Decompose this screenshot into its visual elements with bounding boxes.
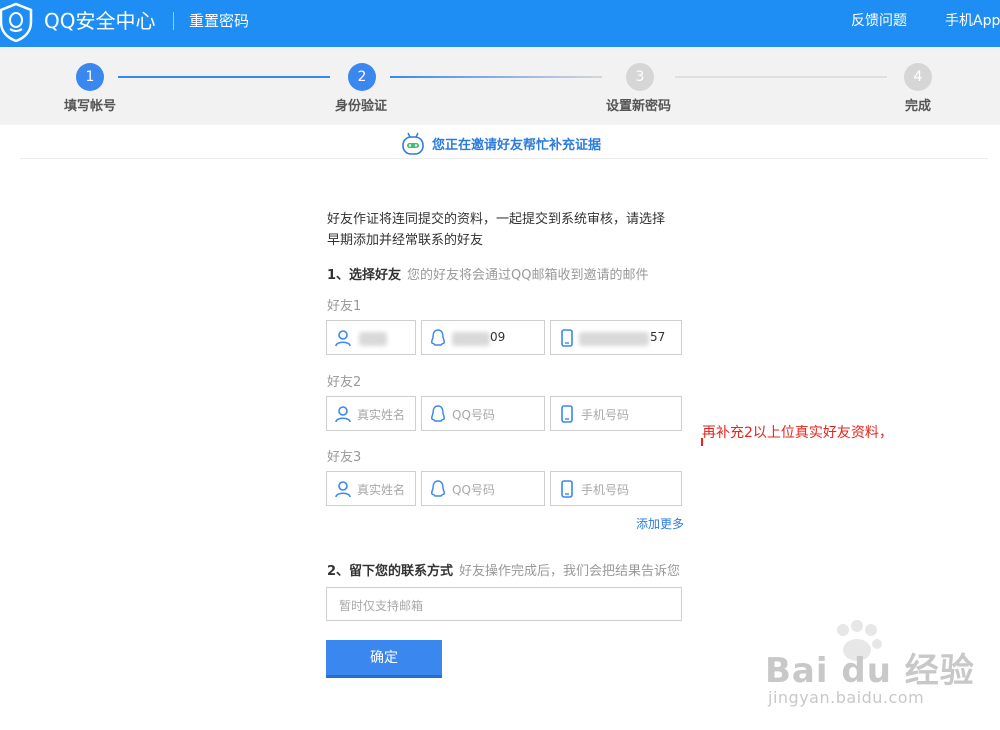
add-more-link[interactable]: 添加更多 <box>636 515 684 532</box>
section-2-hint: 好友操作完成后，我们会把结果告诉您 <box>459 564 681 579</box>
step-connector <box>118 76 330 78</box>
step-4-circle: 4 <box>904 63 932 91</box>
user-icon <box>335 330 351 347</box>
baidu-jingyan-watermark: Bai du 经验 <box>765 651 975 691</box>
section-1-hint: 您的好友将会通过QQ邮箱收到邀请的邮件 <box>407 268 649 283</box>
step-2-circle: 2 <box>348 63 376 91</box>
redacted-value <box>452 332 490 346</box>
progress-stepper: 1 填写帐号 2 身份验证 3 设置新密码 4 完成 <box>0 47 1000 125</box>
friend-2-qq-input[interactable]: QQ号码 <box>421 396 545 431</box>
friend-3-name-input[interactable]: 真实姓名 <box>326 471 416 506</box>
robot-icon <box>402 132 424 155</box>
mobile-phone-icon <box>561 405 573 423</box>
section-1-title: 1、选择好友 <box>327 268 402 283</box>
mobile-app-link[interactable]: 手机App <box>945 11 1000 31</box>
user-icon <box>335 481 351 498</box>
name-placeholder: 真实姓名 <box>357 483 406 497</box>
intro-line-2: 早期添加并经常联系的好友 <box>327 233 484 248</box>
step-connector <box>675 76 887 78</box>
friend-3-qq-input[interactable]: QQ号码 <box>421 471 545 506</box>
step-1-label: 填写帐号 <box>64 99 117 114</box>
text-cursor-mark <box>701 438 703 446</box>
step-1-circle: 1 <box>76 63 104 91</box>
step-3-label: 设置新密码 <box>606 99 672 114</box>
friend-3-label: 好友3 <box>327 450 362 465</box>
header-divider <box>173 12 174 30</box>
qq-penguin-icon <box>430 405 446 422</box>
redacted-value <box>359 332 387 346</box>
friend-3-phone-input[interactable]: 手机号码 <box>550 471 682 506</box>
friend-2-name-input[interactable]: 真实姓名 <box>326 396 416 431</box>
qq-placeholder: QQ号码 <box>452 483 495 497</box>
step-4-label: 完成 <box>905 99 932 114</box>
form-intro: 好友作证将连同提交的资料，一起提交到系统审核，请选择 早期添加并经常联系的好友 <box>327 209 697 251</box>
name-placeholder: 真实姓名 <box>357 408 406 422</box>
qq-penguin-icon <box>430 329 446 346</box>
step-3-circle: 3 <box>626 63 654 91</box>
friend-1-name-input[interactable] <box>326 320 416 355</box>
section-1-heading: 1、选择好友 您的好友将会通过QQ邮箱收到邀请的邮件 <box>327 264 649 283</box>
intro-line-1: 好友作证将连同提交的资料，一起提交到系统审核，请选择 <box>327 212 666 227</box>
mobile-phone-icon <box>561 329 573 347</box>
email-placeholder: 暂时仅支持邮箱 <box>339 599 424 613</box>
qq-placeholder: QQ号码 <box>452 408 495 422</box>
phone-placeholder: 手机号码 <box>581 483 630 497</box>
qq-shield-logo-icon <box>0 2 33 42</box>
feedback-link[interactable]: 反馈问题 <box>851 11 907 31</box>
friend-1-qq-value: 09 <box>490 330 506 344</box>
page-title: 重置密码 <box>189 12 250 30</box>
red-annotation-text: 再补充2以上位真实好友资料， <box>702 425 893 441</box>
qq-penguin-icon <box>430 480 446 497</box>
friend-2-label: 好友2 <box>327 375 362 390</box>
redacted-value <box>579 332 649 346</box>
invite-banner: 您正在邀请好友帮忙补充证据 <box>20 126 988 159</box>
top-header: QQ安全中心 重置密码 反馈问题 手机App <box>0 0 1000 47</box>
friend-1-phone-input[interactable]: 57 <box>550 320 682 355</box>
friend-1-label: 好友1 <box>327 299 362 314</box>
section-2-title: 2、留下您的联系方式 <box>327 564 454 579</box>
confirm-button[interactable]: 确定 <box>326 640 442 678</box>
step-2-label: 身份验证 <box>335 99 388 114</box>
watermark-url: jingyan.baidu.com <box>768 688 925 707</box>
phone-placeholder: 手机号码 <box>581 408 630 422</box>
user-icon <box>335 406 351 423</box>
friend-1-phone-value: 57 <box>650 330 666 344</box>
banner-text: 您正在邀请好友帮忙补充证据 <box>432 138 602 153</box>
mobile-phone-icon <box>561 480 573 498</box>
section-2-heading: 2、留下您的联系方式 好友操作完成后，我们会把结果告诉您 <box>327 560 680 579</box>
friend-2-phone-input[interactable]: 手机号码 <box>550 396 682 431</box>
step-connector <box>390 76 602 78</box>
app-title: QQ安全中心 <box>44 9 156 33</box>
friend-1-qq-input[interactable]: 09 <box>421 320 545 355</box>
contact-email-input[interactable]: 暂时仅支持邮箱 <box>326 587 682 621</box>
